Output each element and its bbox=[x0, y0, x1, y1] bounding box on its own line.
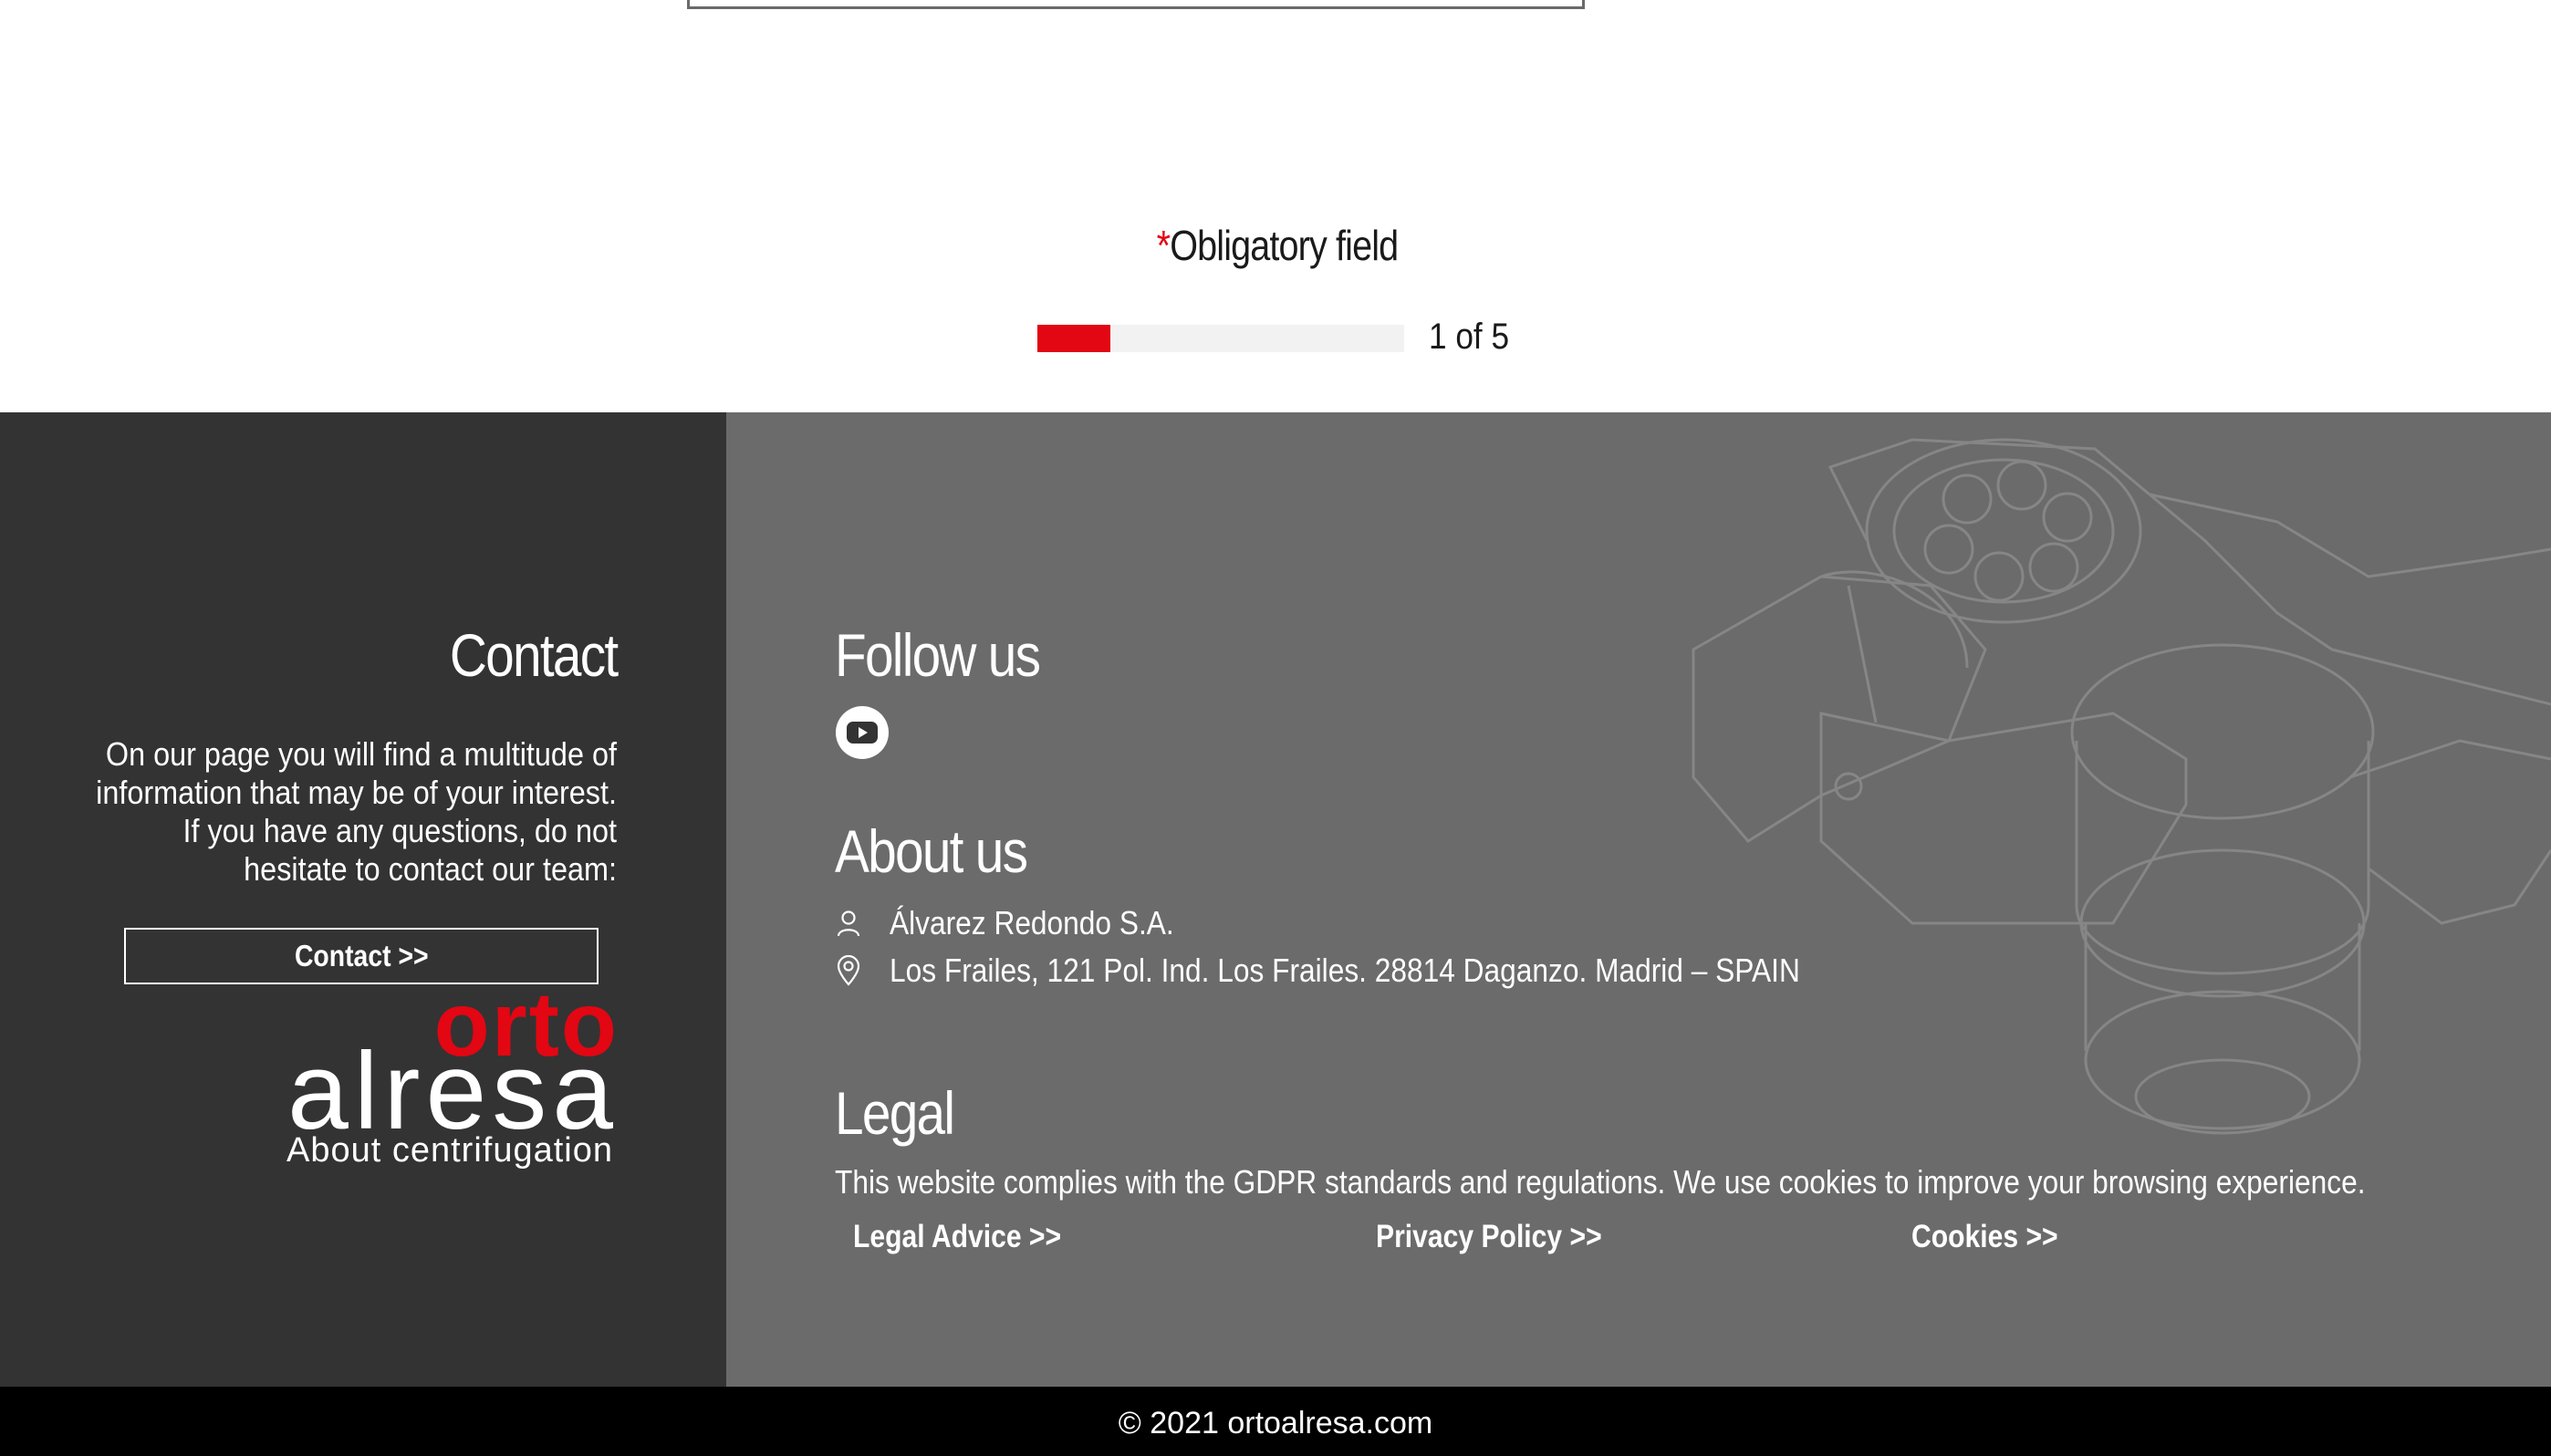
logo-tagline: About centrifugation bbox=[286, 1131, 613, 1170]
footer-contact-panel bbox=[0, 412, 726, 1387]
privacy-policy-link[interactable]: Privacy Policy >> bbox=[1376, 1219, 1602, 1255]
form-progress-bar bbox=[1037, 325, 1404, 352]
required-asterisk: * bbox=[1156, 222, 1171, 269]
form-progress-fill bbox=[1037, 325, 1111, 352]
contact-description: On our page you will find a multitude of… bbox=[96, 735, 617, 888]
follow-us-heading: Follow us bbox=[835, 621, 1041, 689]
logo-alresa-text: alresa bbox=[287, 1030, 619, 1152]
location-pin-icon bbox=[835, 954, 862, 987]
youtube-icon[interactable] bbox=[836, 706, 889, 759]
cookies-link[interactable]: Cookies >> bbox=[1911, 1219, 2058, 1255]
text-input-field[interactable] bbox=[687, 0, 1585, 9]
copyright-text: © 2021 ortoalresa.com bbox=[1118, 1406, 1433, 1440]
legal-heading: Legal bbox=[835, 1079, 955, 1147]
contact-heading: Contact bbox=[449, 621, 618, 689]
obligatory-field-label: Obligatory field bbox=[1170, 222, 1399, 269]
contact-button-label: Contact >> bbox=[294, 939, 429, 972]
company-row: Álvarez Redondo S.A. bbox=[835, 903, 1213, 943]
ortoalresa-logo[interactable]: orto alresa About centrifugation bbox=[208, 973, 619, 1177]
form-progress-label: 1 of 5 bbox=[1429, 317, 1510, 357]
obligatory-field-note: *Obligatory field bbox=[1081, 221, 1473, 270]
user-icon bbox=[835, 907, 862, 940]
legal-advice-link[interactable]: Legal Advice >> bbox=[853, 1219, 1061, 1255]
centrifuge-illustration bbox=[1692, 438, 2551, 1135]
company-address: Los Frailes, 121 Pol. Ind. Los Frailes. … bbox=[890, 952, 1800, 989]
address-row: Los Frailes, 121 Pol. Ind. Los Frailes. … bbox=[835, 951, 1924, 991]
about-us-heading: About us bbox=[835, 817, 1028, 885]
company-name: Álvarez Redondo S.A. bbox=[890, 904, 1174, 941]
youtube-play-icon bbox=[847, 722, 878, 744]
gdpr-notice: This website complies with the GDPR stan… bbox=[835, 1163, 2366, 1201]
